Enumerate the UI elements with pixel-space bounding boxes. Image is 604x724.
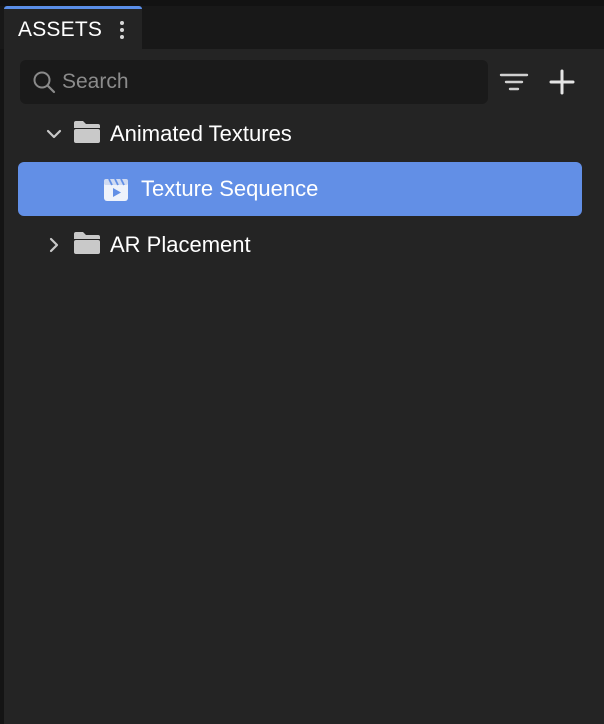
plus-icon[interactable]: [546, 66, 578, 98]
tab-bar: ASSETS: [0, 6, 604, 49]
tab-assets[interactable]: ASSETS: [4, 6, 142, 49]
search-input[interactable]: [62, 60, 472, 104]
tree-item-label: Texture Sequence: [141, 176, 319, 201]
tree-item-label: AR Placement: [110, 232, 251, 257]
search-icon: [33, 71, 56, 94]
filter-icon[interactable]: [498, 66, 530, 98]
folder-icon: [74, 232, 100, 254]
tree-item-ar-placement[interactable]: AR Placement: [18, 218, 582, 272]
chevron-right-icon[interactable]: [44, 233, 64, 257]
tree-item-label: Animated Textures: [110, 121, 292, 146]
tab-assets-label: ASSETS: [18, 18, 103, 41]
more-vertical-icon[interactable]: [114, 16, 130, 44]
assets-panel: Animated Textures Texture Sequence: [4, 49, 604, 724]
tree-item-texture-sequence[interactable]: Texture Sequence: [18, 162, 582, 216]
tree-item-animated-textures[interactable]: Animated Textures: [18, 107, 582, 161]
assets-panel-frame: ASSETS Search Animated Textures Texture …: [0, 0, 604, 724]
search-box: [20, 60, 488, 104]
texture-sequence-icon: [104, 178, 128, 201]
chevron-down-icon[interactable]: [44, 122, 64, 146]
folder-icon: [74, 121, 100, 143]
